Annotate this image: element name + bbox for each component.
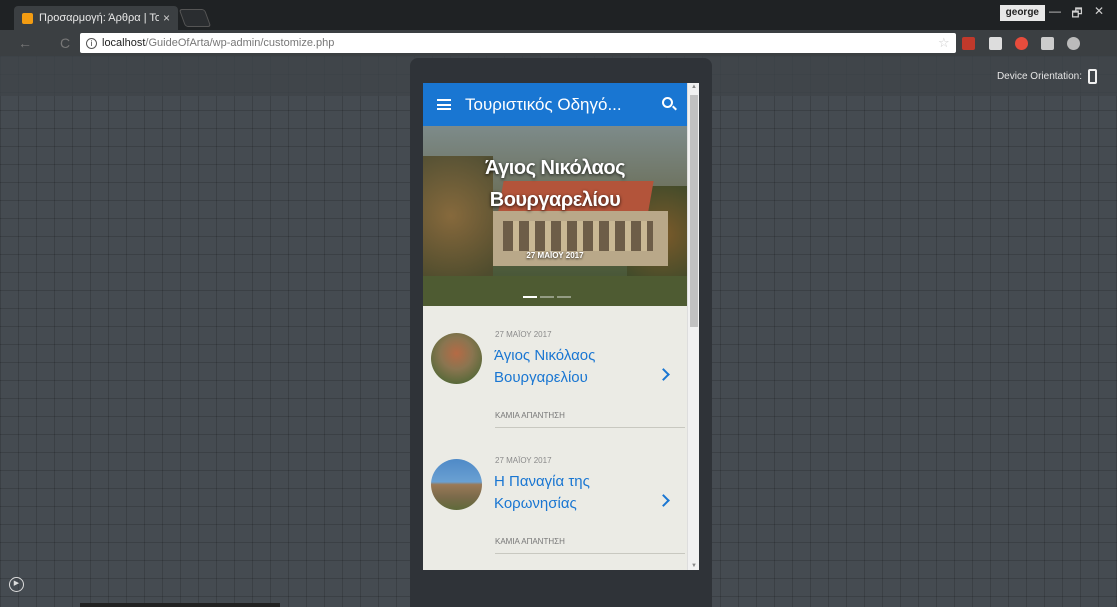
- hero-image-arches: [503, 221, 653, 251]
- search-icon[interactable]: [662, 97, 673, 108]
- post-date: 27 ΜΑΪΟΥ 2017: [495, 456, 552, 465]
- preview-scrollbar[interactable]: ▲ ▼: [687, 83, 699, 570]
- tab-title: Προσαρμογή: Άρθρα | Το: [39, 12, 159, 24]
- chevron-right-icon[interactable]: [657, 368, 670, 381]
- device-orientation-label: Device Orientation:: [996, 71, 1082, 82]
- post-thumbnail[interactable]: [431, 333, 482, 384]
- extension-opera-icon[interactable]: [1015, 37, 1028, 50]
- post-comments[interactable]: ΚΑΜΙΑ ΑΠΑΝΤΗΣΗ: [495, 411, 565, 420]
- profile-button[interactable]: george: [999, 5, 1045, 21]
- hero-slider[interactable]: Άγιος Νικόλαος Βουργαρελίου 27 ΜΑΪΟΥ 201…: [423, 126, 687, 306]
- chevron-right-icon[interactable]: [657, 494, 670, 507]
- favicon-icon: [22, 12, 33, 24]
- address-bar[interactable]: i localhost/GuideOfArta/wp-admin/customi…: [80, 33, 956, 53]
- post-thumbnail[interactable]: [431, 459, 482, 510]
- site-header: Τουριστικός Οδηγό...: [423, 83, 687, 126]
- restore-button[interactable]: 🗗: [1067, 4, 1087, 25]
- url-path: /GuideOfArta/wp-admin/customize.php: [145, 37, 335, 49]
- post-item[interactable]: 27 ΜΑΪΟΥ 2017 Η Παναγία της Κορωνησίας Κ…: [423, 445, 687, 570]
- post-title-line2: Κορωνησίας: [494, 495, 577, 512]
- play-icon[interactable]: ▶: [9, 577, 24, 592]
- site-title[interactable]: Τουριστικός Οδηγό...: [465, 95, 622, 115]
- browser-titlebar: Προσαρμογή: Άρθρα | Το × george — 🗗 ✕: [0, 0, 1117, 30]
- post-title-line2: Βουργαρελίου: [494, 369, 588, 386]
- post-divider: [495, 553, 685, 554]
- hero-title-line2: Βουργαρελίου: [489, 189, 621, 211]
- new-tab-button[interactable]: [178, 9, 212, 27]
- hero-image-ground: [423, 276, 687, 306]
- extension-s-icon[interactable]: [989, 37, 1002, 50]
- extension-red-icon[interactable]: [962, 37, 975, 50]
- site-info-icon[interactable]: i: [86, 37, 97, 49]
- hero-date: 27 ΜΑΪΟΥ 2017: [526, 251, 584, 260]
- post-title[interactable]: Η Παναγία της Κορωνησίας: [494, 471, 644, 515]
- bookmark-star-icon[interactable]: ☆: [938, 35, 950, 51]
- browser-toolbar: ← C i localhost/GuideOfArta/wp-admin/cus…: [0, 30, 1117, 56]
- slider-dot[interactable]: [523, 296, 537, 298]
- hero-title[interactable]: Άγιος Νικόλαος Βουργαρελίου: [423, 152, 687, 216]
- extension-drive-icon[interactable]: [1067, 37, 1080, 50]
- phone-icon[interactable]: [1088, 69, 1097, 84]
- slider-dot[interactable]: [540, 296, 554, 298]
- scroll-up-icon[interactable]: ▲: [691, 84, 697, 90]
- tab-close-icon[interactable]: ×: [163, 11, 170, 25]
- mobile-preview-screen: Τουριστικός Οδηγό... Άγιος Νικόλαος Βουρ…: [423, 83, 699, 570]
- browser-tab[interactable]: Προσαρμογή: Άρθρα | Το ×: [14, 6, 178, 30]
- back-button[interactable]: ←: [18, 35, 32, 51]
- slider-dot[interactable]: [557, 296, 571, 298]
- post-item[interactable]: 27 ΜΑΪΟΥ 2017 Άγιος Νικόλαος Βουργαρελίο…: [423, 319, 687, 444]
- scroll-down-icon[interactable]: ▼: [691, 563, 697, 569]
- post-divider: [495, 427, 685, 428]
- post-date: 27 ΜΑΪΟΥ 2017: [495, 330, 552, 339]
- url-host: localhost: [102, 37, 146, 49]
- bottom-scroll-strip[interactable]: [80, 603, 280, 607]
- post-title[interactable]: Άγιος Νικόλαος Βουργαρελίου: [494, 345, 644, 389]
- scrollbar-thumb[interactable]: [690, 95, 698, 327]
- extension-puzzle-icon[interactable]: [1041, 37, 1054, 50]
- hamburger-menu-icon[interactable]: [437, 99, 451, 110]
- hero-title-line1: Άγιος Νικόλαος: [484, 157, 626, 179]
- reload-button[interactable]: C: [60, 35, 70, 51]
- device-orientation-control[interactable]: Device Orientation:: [997, 69, 1097, 84]
- post-title-line1: Η Παναγία της: [494, 473, 590, 490]
- minimize-button[interactable]: —: [1045, 4, 1065, 18]
- post-comments[interactable]: ΚΑΜΙΑ ΑΠΑΝΤΗΣΗ: [495, 537, 565, 546]
- close-window-button[interactable]: ✕: [1089, 4, 1109, 18]
- post-title-line1: Άγιος Νικόλαος: [494, 347, 596, 364]
- slider-dots: [523, 296, 571, 298]
